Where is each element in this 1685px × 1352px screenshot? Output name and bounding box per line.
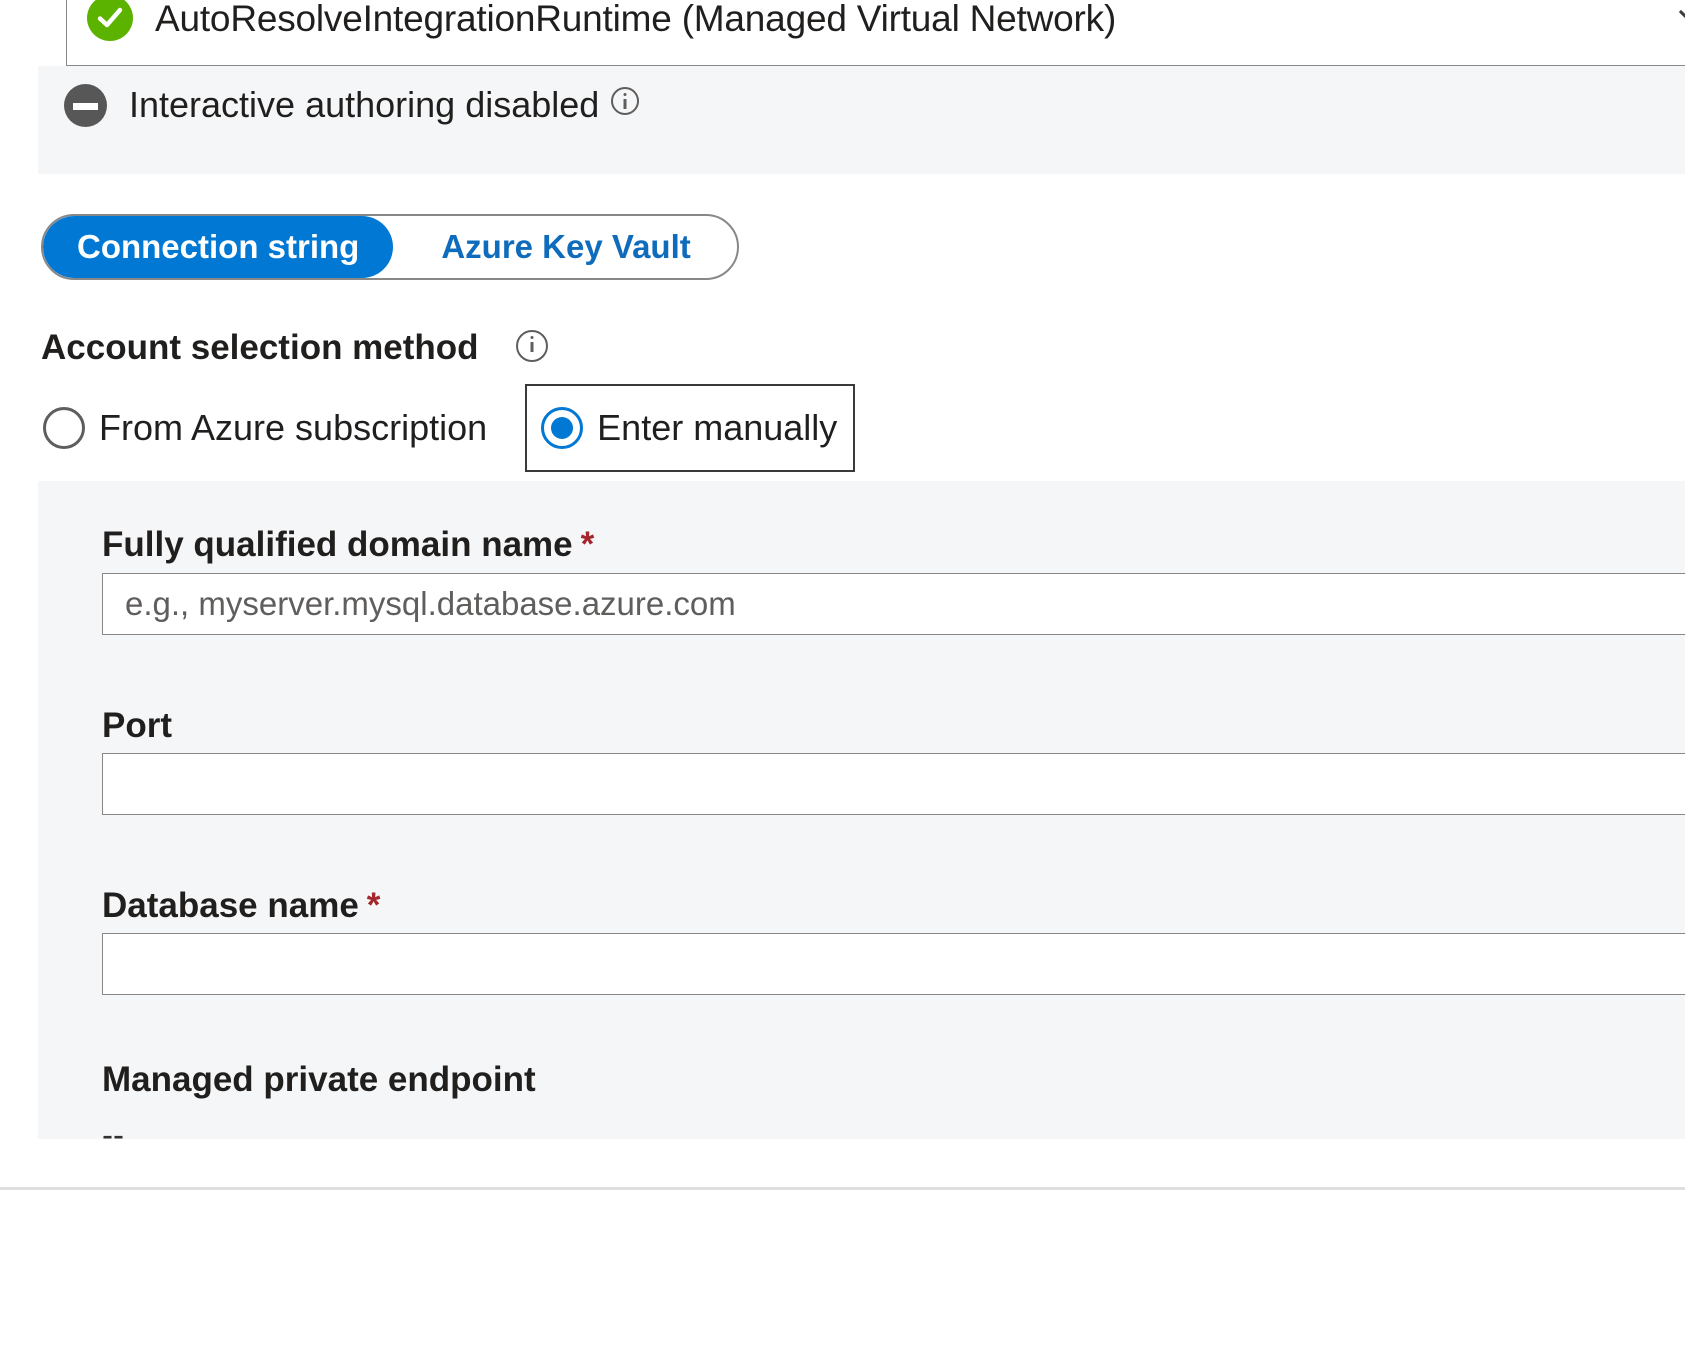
database-name-label: Database name *: [102, 888, 380, 923]
radio-label: Enter manually: [597, 407, 838, 448]
port-label: Port: [102, 708, 172, 743]
radio-label: From Azure subscription: [99, 407, 488, 448]
required-asterisk: *: [580, 525, 595, 564]
green-check-icon: [87, 0, 133, 41]
required-asterisk: *: [366, 886, 381, 925]
port-input[interactable]: [102, 753, 1685, 815]
fqdn-input[interactable]: [102, 573, 1685, 635]
chevron-down-icon[interactable]: [1673, 0, 1685, 38]
account-selection-radio-group: From Azure subscription Enter manually: [41, 384, 856, 472]
account-selection-info-wrapper: [516, 330, 548, 369]
fqdn-label-text: Fully qualified domain name: [102, 525, 573, 564]
radio-indicator: [541, 407, 584, 449]
info-icon[interactable]: [611, 87, 640, 115]
interactive-authoring-label: Interactive authoring disabled: [129, 84, 600, 125]
fqdn-label: Fully qualified domain name *: [102, 527, 594, 562]
account-selection-method-label: Account selection method: [41, 328, 479, 367]
port-label-text: Port: [102, 706, 172, 745]
database-name-input[interactable]: [102, 933, 1685, 995]
interactive-authoring-banner: Interactive authoring disabled: [38, 66, 1685, 174]
tab-azure-key-vault[interactable]: Azure Key Vault: [393, 216, 736, 278]
radio-indicator: [43, 407, 85, 449]
integration-runtime-value: AutoResolveIntegrationRuntime (Managed V…: [155, 0, 1117, 39]
connection-form: Fully qualified domain name* Port Databa…: [38, 481, 1685, 1151]
radio-enter-manually[interactable]: Enter manually: [525, 384, 856, 472]
info-icon[interactable]: [516, 330, 548, 362]
panel-footer: Apply Cancel Test connection: [0, 1190, 1685, 1352]
radio-from-azure-subscription[interactable]: From Azure subscription: [41, 384, 489, 472]
managed-private-endpoint-label: Managed private endpoint: [102, 1060, 536, 1099]
auth-method-pivot[interactable]: Connection string Azure Key Vault: [41, 214, 739, 280]
integration-runtime-select[interactable]: AutoResolveIntegrationRuntime (Managed V…: [66, 0, 1685, 66]
tab-connection-string[interactable]: Connection string: [43, 216, 394, 278]
managed-private-endpoint-value: --: [102, 1116, 124, 1153]
interactive-authoring-status: Interactive authoring disabled: [129, 84, 640, 126]
minus-circle-icon: [64, 84, 107, 127]
linked-service-panel: AutoResolveIntegrationRuntime (Managed V…: [0, 0, 1685, 1352]
database-name-label-text: Database name: [102, 886, 359, 925]
